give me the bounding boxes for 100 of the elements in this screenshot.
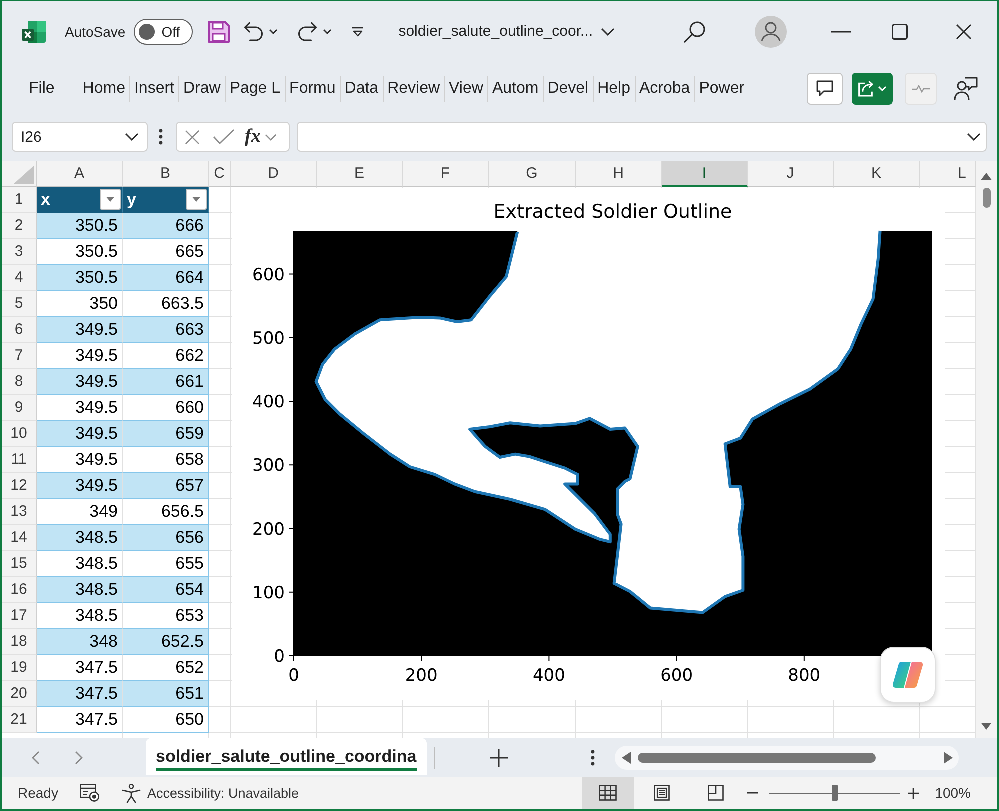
customize-caret-icon[interactable] bbox=[352, 26, 364, 36]
column-header[interactable]: L bbox=[920, 161, 976, 187]
row-number[interactable]: 18 bbox=[2, 629, 37, 655]
row-number[interactable]: 14 bbox=[2, 525, 37, 551]
row-number[interactable]: 17 bbox=[2, 603, 37, 629]
row-number[interactable]: 13 bbox=[2, 499, 37, 525]
insert-function-button[interactable]: fx bbox=[245, 126, 261, 148]
row-number[interactable]: 10 bbox=[2, 421, 37, 447]
ribbon-tab[interactable]: Autom bbox=[488, 72, 543, 106]
name-box[interactable]: I26 bbox=[12, 122, 148, 152]
ribbon-tab[interactable]: Formu bbox=[286, 72, 340, 106]
horizontal-scrollbar[interactable] bbox=[614, 746, 959, 770]
row-number[interactable]: 21 bbox=[2, 707, 37, 733]
caret-icon[interactable] bbox=[125, 133, 139, 141]
search-icon[interactable] bbox=[684, 20, 706, 42]
ribbon-tab[interactable]: File bbox=[25, 72, 59, 106]
ribbon-tab[interactable]: Draw bbox=[179, 72, 225, 106]
filter-dropdown-button[interactable] bbox=[100, 189, 121, 210]
row-number[interactable]: 16 bbox=[2, 577, 37, 603]
pulse-icon bbox=[912, 84, 930, 92]
zoom-percentage[interactable]: 100% bbox=[935, 785, 971, 801]
row-number[interactable]: 3 bbox=[2, 239, 37, 265]
person-speech-icon[interactable] bbox=[954, 76, 978, 100]
page-break-icon bbox=[708, 785, 724, 801]
ribbon-tab[interactable]: Help bbox=[594, 72, 634, 106]
normal-view-button[interactable] bbox=[582, 777, 634, 809]
row-number[interactable]: 12 bbox=[2, 473, 37, 499]
cancel-icon[interactable] bbox=[185, 130, 200, 144]
accessibility-icon[interactable] bbox=[122, 784, 142, 802]
minimize-icon[interactable] bbox=[831, 30, 851, 32]
chevron-right-icon[interactable] bbox=[75, 750, 83, 764]
undo-icon[interactable] bbox=[244, 22, 264, 42]
autosave-toggle[interactable]: Off bbox=[134, 18, 193, 44]
ribbon-tab[interactable]: Review bbox=[384, 72, 444, 106]
ribbon-tab[interactable]: Page L bbox=[226, 72, 285, 106]
caret-icon[interactable] bbox=[322, 28, 332, 34]
worksheet-grid[interactable] bbox=[2, 187, 976, 738]
column-header[interactable]: D bbox=[231, 161, 317, 187]
row-number[interactable]: 20 bbox=[2, 681, 37, 707]
share-button[interactable] bbox=[852, 72, 893, 104]
down-triangle-icon[interactable] bbox=[981, 723, 992, 730]
row-number[interactable]: 8 bbox=[2, 369, 37, 395]
chevron-left-icon[interactable] bbox=[32, 750, 40, 764]
column-header[interactable]: K bbox=[834, 161, 920, 187]
check-icon[interactable] bbox=[213, 129, 235, 145]
document-title[interactable]: soldier_salute_outline_coor... bbox=[398, 23, 594, 40]
row-number[interactable]: 6 bbox=[2, 317, 37, 343]
column-header[interactable]: J bbox=[748, 161, 834, 187]
plus-icon[interactable] bbox=[490, 748, 508, 766]
avatar-icon[interactable] bbox=[755, 16, 787, 48]
caret-icon[interactable] bbox=[601, 28, 616, 36]
redo-icon[interactable] bbox=[298, 22, 318, 42]
save-icon[interactable] bbox=[208, 20, 230, 42]
left-triangle-icon[interactable] bbox=[622, 752, 631, 764]
column-header[interactable]: I bbox=[662, 161, 748, 187]
row-number[interactable]: 15 bbox=[2, 551, 37, 577]
table-cell: 350.5 bbox=[37, 213, 123, 239]
column-header[interactable]: E bbox=[317, 161, 403, 187]
more-options-icon[interactable] bbox=[159, 129, 163, 145]
minus-icon[interactable] bbox=[747, 792, 758, 794]
comments-button[interactable] bbox=[807, 72, 843, 104]
column-header[interactable]: B bbox=[123, 161, 209, 187]
ribbon-tab[interactable]: View bbox=[445, 72, 488, 106]
accessibility-status[interactable]: Accessibility: Unavailable bbox=[147, 786, 300, 800]
row-number[interactable]: 9 bbox=[2, 395, 37, 421]
caret-icon[interactable] bbox=[268, 28, 278, 34]
column-header[interactable]: F bbox=[403, 161, 489, 187]
row-number[interactable]: 5 bbox=[2, 291, 37, 317]
filter-dropdown-button[interactable] bbox=[186, 189, 207, 210]
ribbon-tab[interactable]: Data bbox=[340, 72, 383, 106]
column-header[interactable]: A bbox=[37, 161, 123, 187]
macro-record-icon[interactable] bbox=[80, 784, 100, 802]
row-number[interactable]: 4 bbox=[2, 265, 37, 291]
column-header[interactable]: H bbox=[576, 161, 662, 187]
vertical-scrollbar[interactable] bbox=[976, 161, 997, 738]
column-header[interactable]: G bbox=[489, 161, 576, 187]
ribbon-tab[interactable]: Devel bbox=[544, 72, 593, 106]
scroll-thumb[interactable] bbox=[638, 752, 876, 762]
ribbon-tab[interactable]: Home bbox=[78, 72, 130, 106]
close-icon[interactable] bbox=[956, 24, 972, 40]
column-header[interactable]: C bbox=[209, 161, 231, 187]
ribbon-tab[interactable]: Power bbox=[695, 72, 749, 106]
row-number[interactable]: 19 bbox=[2, 655, 37, 681]
slider-thumb[interactable] bbox=[832, 785, 838, 801]
sheet-tab[interactable]: soldier_salute_outline_coordina bbox=[146, 738, 427, 775]
formula-input[interactable] bbox=[297, 122, 987, 152]
expand-caret-icon[interactable] bbox=[967, 133, 981, 141]
scroll-thumb[interactable] bbox=[982, 188, 990, 208]
row-number[interactable]: 1 bbox=[2, 187, 37, 213]
row-number[interactable]: 11 bbox=[2, 447, 37, 473]
floating-action-button[interactable] bbox=[880, 647, 936, 703]
more-options-icon[interactable] bbox=[590, 750, 595, 766]
maximize-icon[interactable] bbox=[892, 24, 908, 40]
up-triangle-icon[interactable] bbox=[981, 173, 992, 180]
ribbon-tab[interactable]: Acroba bbox=[636, 72, 694, 106]
row-number[interactable]: 7 bbox=[2, 343, 37, 369]
row-number[interactable]: 2 bbox=[2, 213, 37, 239]
ribbon-tab[interactable]: Insert bbox=[130, 72, 178, 106]
plus-icon[interactable] bbox=[908, 788, 920, 798]
right-triangle-icon[interactable] bbox=[944, 752, 953, 764]
